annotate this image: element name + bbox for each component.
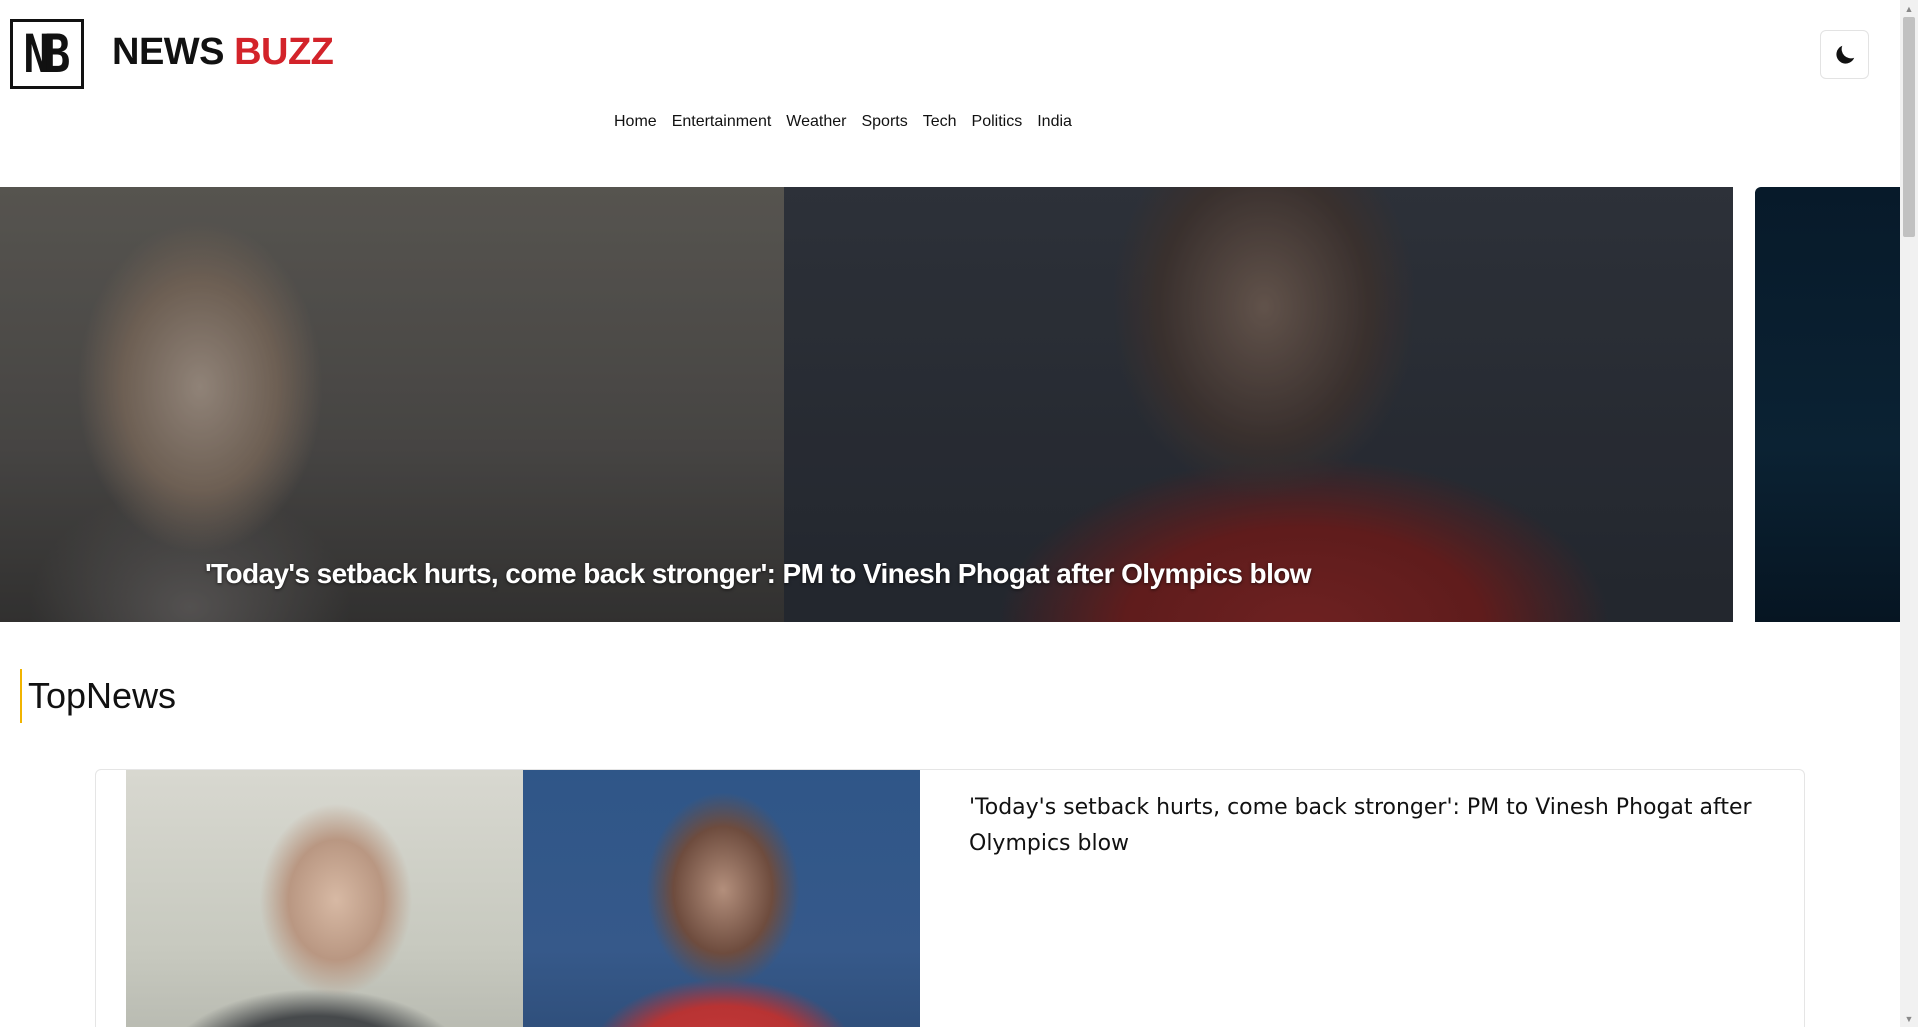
- brand-name[interactable]: NEWS BUZZ: [112, 31, 334, 74]
- news-card[interactable]: 'Today's setback hurts, come back strong…: [95, 769, 1805, 1027]
- nav-item-politics[interactable]: Politics: [972, 113, 1023, 131]
- news-card-image-left: [126, 770, 523, 1027]
- theme-toggle-button[interactable]: [1820, 30, 1869, 79]
- section-title-topnews: TopNews: [20, 669, 176, 723]
- headline-carousel: 'Today's setback hurts, come back strong…: [0, 187, 1900, 622]
- nav-item-entertainment[interactable]: Entertainment: [672, 113, 772, 131]
- nav-item-tech[interactable]: Tech: [923, 113, 957, 131]
- nav-item-india[interactable]: India: [1037, 113, 1072, 131]
- logo-monogram: NB: [23, 23, 71, 85]
- scrollbar-thumb[interactable]: [1903, 17, 1915, 237]
- nav-item-weather[interactable]: Weather: [786, 113, 846, 131]
- carousel-next-slide-peek[interactable]: [1755, 187, 1900, 622]
- scroll-up-arrow-icon[interactable]: ▲: [1900, 0, 1918, 17]
- brand-word-buzz: BUZZ: [234, 31, 334, 73]
- site-header: NB NEWS BUZZ: [0, 0, 1900, 110]
- news-card-image-right: [523, 770, 920, 1027]
- page-scrollbar[interactable]: ▲ ▼: [1900, 0, 1918, 1027]
- news-card-title[interactable]: 'Today's setback hurts, come back strong…: [969, 790, 1769, 862]
- main-nav: Home Entertainment Weather Sports Tech P…: [614, 113, 1072, 131]
- carousel-slide[interactable]: 'Today's setback hurts, come back strong…: [0, 187, 1733, 622]
- brand-word-news: NEWS: [112, 31, 225, 73]
- scroll-down-arrow-icon[interactable]: ▼: [1900, 1010, 1918, 1027]
- site-logo[interactable]: NB: [10, 19, 84, 89]
- moon-icon: [1835, 45, 1854, 64]
- page: NB NEWS BUZZ Home Entertainment Weather …: [0, 0, 1918, 1027]
- nav-item-sports[interactable]: Sports: [861, 113, 907, 131]
- slide-overlay: [0, 187, 1733, 622]
- news-card-image[interactable]: [126, 770, 920, 1027]
- nav-item-home[interactable]: Home: [614, 113, 657, 131]
- slide-title[interactable]: 'Today's setback hurts, come back strong…: [205, 558, 1312, 590]
